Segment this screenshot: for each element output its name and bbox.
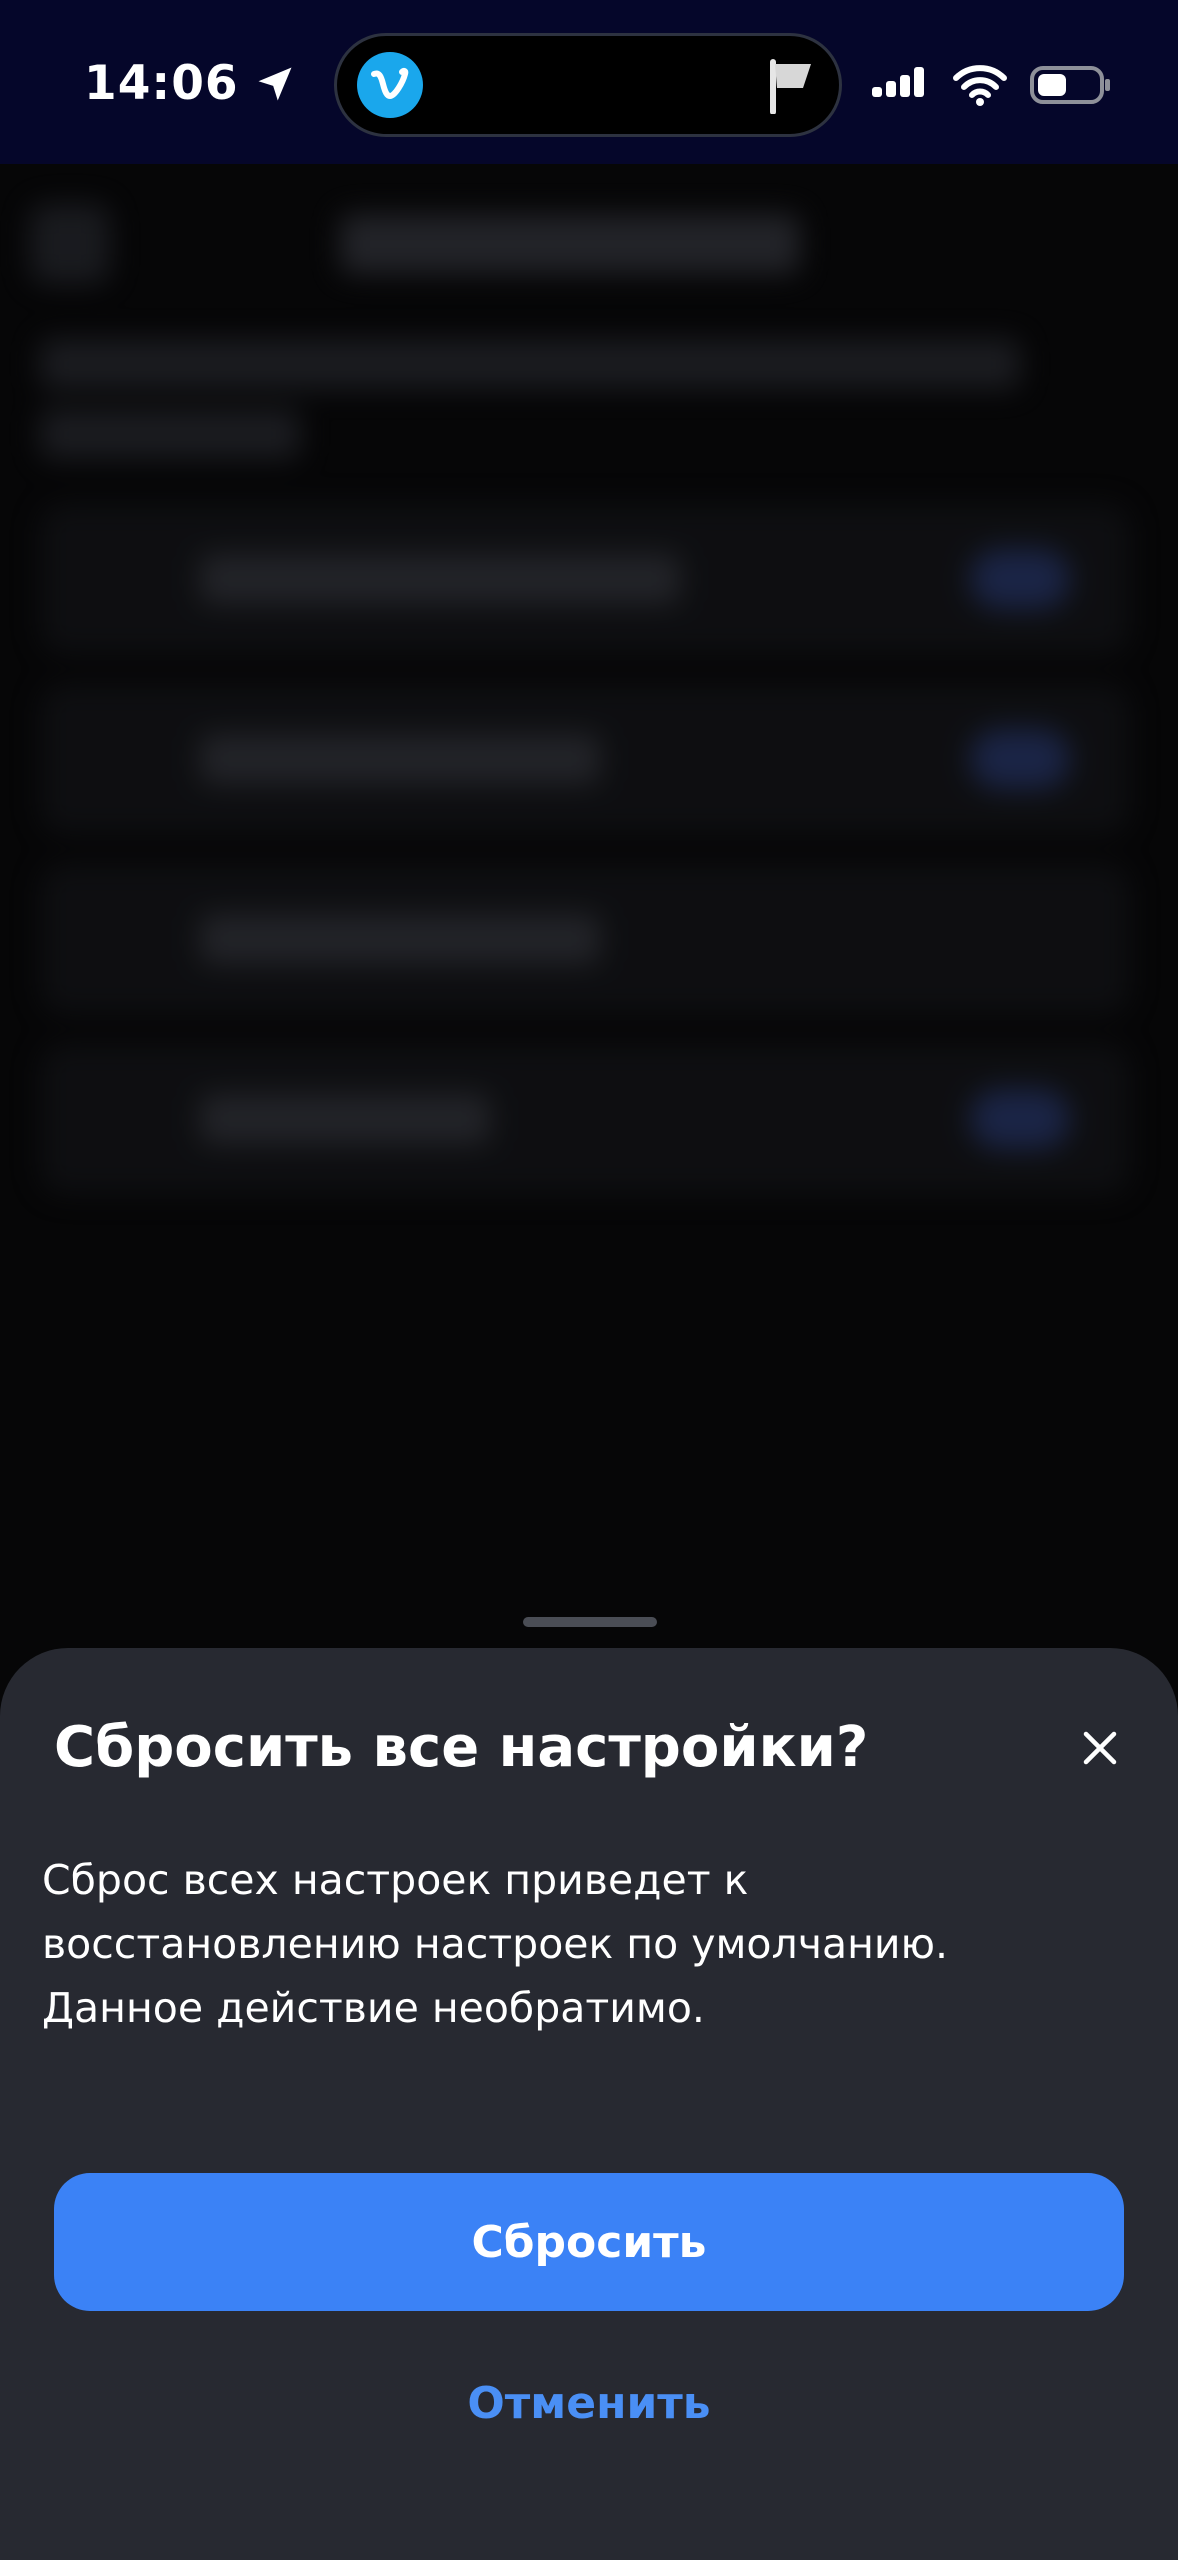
signal-icon bbox=[872, 67, 924, 97]
toggle-switch bbox=[970, 549, 1070, 609]
status-icons bbox=[870, 64, 1112, 106]
location-arrow-icon bbox=[258, 67, 292, 100]
reset-settings-sheet: Сбросить все настройки? Сброс всех настр… bbox=[0, 1648, 1178, 2560]
toggle-switch bbox=[970, 729, 1070, 789]
settings-row bbox=[40, 864, 1130, 1014]
close-button[interactable] bbox=[1070, 1718, 1130, 1778]
screen: 14:06 Сбросить все настройки? Сброс всех… bbox=[0, 0, 1178, 2560]
status-bar: 14:06 bbox=[0, 0, 1178, 164]
description-line: Сброс всех настроек приведет к bbox=[42, 1856, 749, 1904]
settings-row bbox=[40, 684, 1130, 834]
battery-icon bbox=[1030, 66, 1110, 104]
clock-time: 14:06 bbox=[84, 56, 239, 111]
toggle-switch bbox=[970, 1089, 1070, 1149]
sheet-description: Сброс всех настроек приведет к восстанов… bbox=[42, 1848, 1102, 2040]
wifi-icon bbox=[953, 65, 1007, 106]
app-icon bbox=[357, 52, 423, 118]
settings-row bbox=[40, 1044, 1130, 1194]
dynamic-island[interactable] bbox=[334, 33, 842, 137]
settings-row bbox=[40, 504, 1130, 654]
description-line: Данное действие необратимо. bbox=[42, 1984, 705, 2032]
blurred-background bbox=[0, 164, 1178, 1664]
reset-button[interactable]: Сбросить bbox=[54, 2173, 1124, 2311]
sheet-title: Сбросить все настройки? bbox=[54, 1715, 869, 1780]
back-button bbox=[30, 204, 110, 284]
close-icon bbox=[1083, 1731, 1117, 1765]
description-placeholder bbox=[40, 409, 300, 459]
sheet-grabber[interactable] bbox=[523, 1617, 657, 1627]
cancel-button[interactable]: Отменить bbox=[54, 2358, 1124, 2448]
screen-title-placeholder bbox=[340, 214, 800, 274]
description-line: восстановлению настроек по умолчанию. bbox=[42, 1920, 949, 1968]
flag-icon bbox=[770, 59, 811, 114]
description-placeholder bbox=[40, 339, 1020, 389]
time-group: 14:06 bbox=[84, 56, 297, 111]
